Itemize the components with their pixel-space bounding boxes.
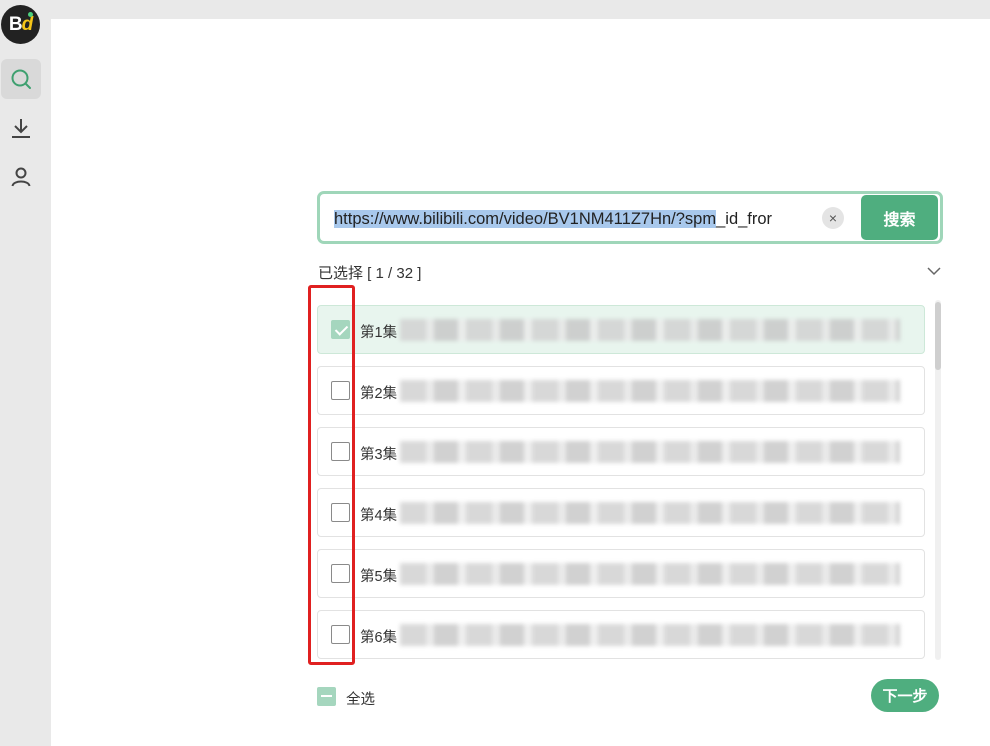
scrollbar-thumb[interactable]: [935, 302, 941, 370]
top-bar: [0, 0, 990, 19]
episode-row-6[interactable]: 第6集: [317, 610, 925, 659]
url-input-rest-text: _id_fror: [716, 210, 773, 228]
url-input-selected-text: https://www.bilibili.com/video/BV1NM411Z…: [334, 210, 717, 228]
episode-label: 第2集: [360, 386, 398, 402]
select-all-checkbox[interactable]: [317, 687, 336, 706]
chevron-down-icon[interactable]: [926, 265, 942, 277]
sidebar-item-download[interactable]: [1, 108, 41, 148]
episode-label: 第1集: [360, 325, 398, 341]
app-window: Bd https://www.bilibili.com/video/BV1NM4…: [0, 0, 990, 746]
sidebar-item-search[interactable]: [1, 59, 41, 99]
episode-row-4[interactable]: 第4集: [317, 488, 925, 537]
episode-title-blurred: [400, 563, 900, 585]
episode-row-1[interactable]: 第1集: [317, 305, 925, 354]
search-button[interactable]: 搜索: [861, 195, 938, 240]
episode-label: 第3集: [360, 447, 398, 463]
episode-label: 第6集: [360, 630, 398, 646]
url-search-box: https://www.bilibili.com/video/BV1NM411Z…: [317, 191, 943, 244]
app-logo: Bd: [1, 5, 40, 44]
episode-label: 第4集: [360, 508, 398, 524]
logo-b: B: [8, 13, 23, 35]
select-all-label: 全选: [346, 692, 375, 708]
episode-row-2[interactable]: 第2集: [317, 366, 925, 415]
episode-title-blurred: [400, 441, 900, 463]
list-scrollbar[interactable]: [935, 300, 941, 660]
episode-title-blurred: [400, 380, 900, 402]
episode-title-blurred: [400, 502, 900, 524]
episode-title-blurred: [400, 624, 900, 646]
episode-list: 第1集 第2集 第3集 第4集 第5集 第6集: [317, 305, 925, 661]
sidebar-item-user[interactable]: [1, 157, 41, 197]
user-icon: [11, 167, 31, 187]
episode-row-3[interactable]: 第3集: [317, 427, 925, 476]
annotation-highlight-box: [308, 285, 355, 665]
clear-button[interactable]: ×: [822, 207, 844, 229]
url-input[interactable]: https://www.bilibili.com/video/BV1NM411Z…: [334, 208, 814, 230]
episode-title-blurred: [400, 319, 900, 341]
episode-label: 第5集: [360, 569, 398, 585]
episode-row-5[interactable]: 第5集: [317, 549, 925, 598]
search-icon: [11, 69, 31, 89]
next-button[interactable]: 下一步: [871, 679, 939, 712]
sidebar: Bd: [0, 0, 51, 746]
selection-count: 已选择 [ 1 / 32 ]: [318, 265, 422, 282]
logo-dot: [28, 12, 33, 17]
download-icon: [12, 119, 30, 138]
close-icon: ×: [828, 210, 838, 226]
